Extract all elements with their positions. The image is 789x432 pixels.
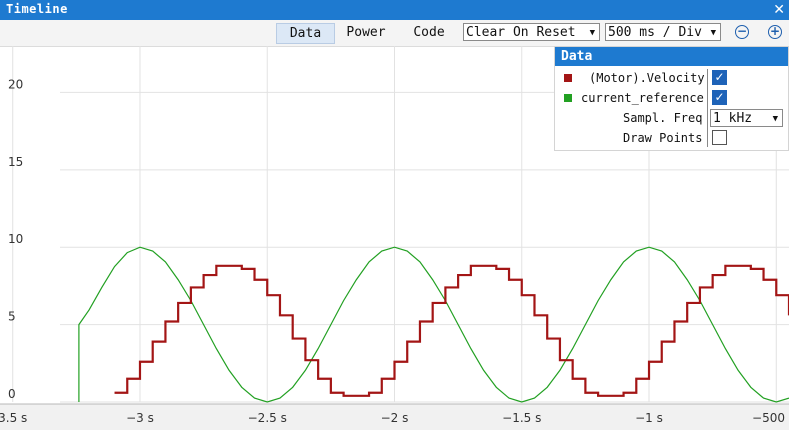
- x-tick-label: −1.5 s: [502, 411, 541, 425]
- x-tick-label: −1 s: [635, 411, 663, 425]
- x-tick-label: −2.5 s: [248, 411, 287, 425]
- zoom-in-icon[interactable]: +: [768, 25, 782, 39]
- sampl-freq-label: Sampl. Freq: [623, 111, 703, 125]
- sampl-freq-select[interactable]: 1 kHz ▼: [710, 109, 783, 127]
- sampl-freq-value: 1 kHz: [713, 111, 753, 126]
- signal-label-velocity: (Motor).Velocity: [589, 71, 705, 85]
- time-div-select[interactable]: 500 ms / Div ▼: [605, 23, 721, 41]
- x-tick-label: −2 s: [381, 411, 409, 425]
- x-tick-label: −3 s: [126, 411, 154, 425]
- current-reference-color-swatch: [564, 94, 572, 102]
- y-tick-label: 20: [8, 77, 23, 91]
- zoom-out-icon[interactable]: −: [735, 25, 749, 39]
- y-tick-label: 0: [8, 387, 16, 401]
- tab-power[interactable]: Power: [338, 23, 394, 42]
- y-tick-label: 15: [8, 155, 23, 169]
- y-tick-label: 10: [8, 232, 23, 246]
- panel-title: Data: [555, 47, 788, 66]
- x-tick-label: −500 m: [752, 411, 789, 425]
- y-tick-label: 5: [8, 310, 16, 324]
- series-line-velocity: [114, 264, 789, 397]
- window-titlebar: Timeline ✕: [0, 0, 789, 20]
- chevron-down-icon: ▼: [589, 28, 595, 38]
- panel-divider: [707, 69, 708, 147]
- velocity-color-swatch: [564, 74, 572, 82]
- chevron-down-icon: ▼: [710, 28, 716, 38]
- time-div-value: 500 ms / Div: [608, 25, 702, 40]
- window-title: Timeline: [6, 2, 68, 16]
- draw-points-label: Draw Points: [623, 131, 703, 145]
- draw-points-checkbox[interactable]: [712, 130, 727, 145]
- data-panel: Data (Motor).Velocity ✓ current_referenc…: [554, 46, 789, 151]
- tab-code[interactable]: Code: [404, 23, 454, 42]
- tab-data[interactable]: Data: [276, 23, 335, 44]
- x-tick-label: 3.5 s: [0, 411, 27, 425]
- close-icon[interactable]: ✕: [773, 0, 785, 20]
- signal-label-current-reference: current_reference: [581, 91, 704, 105]
- reset-mode-select[interactable]: Clear On Reset ▼: [463, 23, 600, 41]
- reset-mode-value: Clear On Reset: [466, 25, 576, 40]
- current-reference-checkbox[interactable]: ✓: [712, 90, 727, 105]
- chevron-down-icon: ▼: [772, 114, 778, 124]
- toolbar: Data Power Code Clear On Reset ▼ 500 ms …: [0, 20, 789, 47]
- velocity-checkbox[interactable]: ✓: [712, 70, 727, 85]
